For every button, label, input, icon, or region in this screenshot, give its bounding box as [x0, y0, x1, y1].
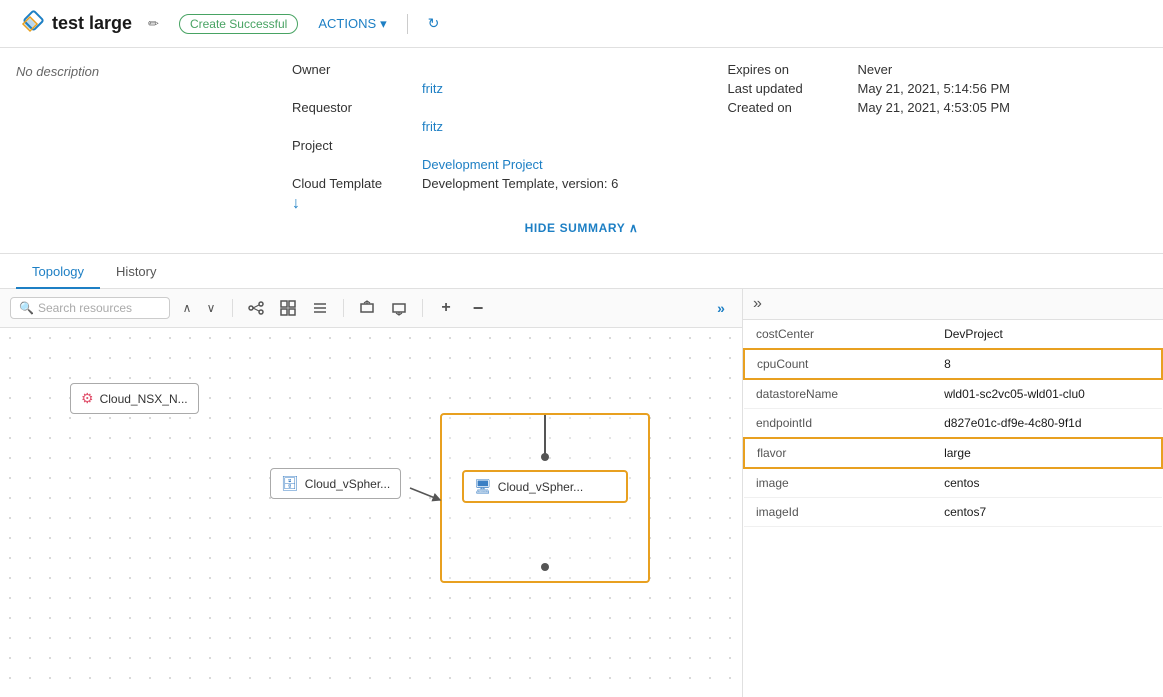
- content-area: 🔍 Search resources ∧ ∨: [0, 289, 1163, 697]
- table-row[interactable]: imageIdcentos7: [744, 498, 1162, 527]
- topology-panel: 🔍 Search resources ∧ ∨: [0, 289, 743, 697]
- edit-icon[interactable]: ✏: [148, 16, 159, 32]
- node-vsphere-2[interactable]: 🖥 Cloud_vSpher...: [462, 470, 628, 503]
- prop-value: centos: [932, 468, 1162, 498]
- cloud-template-label: Cloud Template: [292, 176, 422, 191]
- summary-section: No description Owner fritz Requestor fri…: [0, 48, 1163, 254]
- actions-button[interactable]: ACTIONS ▾: [318, 16, 386, 32]
- prop-key: flavor: [744, 438, 932, 468]
- properties-panel: » costCenterDevProjectcpuCount8datastore…: [743, 289, 1163, 697]
- project-label: Project: [292, 138, 422, 153]
- tab-topology[interactable]: Topology: [16, 254, 100, 289]
- tab-history[interactable]: History: [100, 254, 172, 289]
- summary-right-col: Expires on Never Last updated May 21, 20…: [712, 62, 1148, 213]
- grid-view-button[interactable]: [275, 295, 301, 321]
- app-logo: [16, 10, 44, 38]
- prop-value: wld01-sc2vc05-wld01-clu0: [932, 379, 1162, 409]
- tab-bar: Topology History: [0, 254, 1163, 289]
- summary-left-col: Owner fritz Requestor fritz Project Deve…: [276, 62, 712, 213]
- search-placeholder: Search resources: [38, 301, 132, 315]
- requestor-label: Requestor: [292, 100, 422, 115]
- prop-value: 8: [932, 349, 1162, 379]
- vsphere2-label: Cloud_vSpher...: [498, 480, 583, 494]
- nav-buttons: ∧ ∨: [176, 297, 222, 319]
- expand-all-button[interactable]: [386, 295, 412, 321]
- app-title: test large: [52, 13, 132, 34]
- prop-value: DevProject: [932, 320, 1162, 349]
- project-value[interactable]: Development Project: [422, 157, 696, 172]
- header-divider: [407, 14, 408, 34]
- search-icon: 🔍: [19, 301, 34, 315]
- prop-key: datastoreName: [744, 379, 932, 409]
- list-view-button[interactable]: [307, 295, 333, 321]
- search-box[interactable]: 🔍 Search resources: [10, 297, 170, 319]
- node-group: 🖥 Cloud_vSpher...: [440, 413, 650, 583]
- created-label: Created on: [728, 100, 858, 115]
- vsphere1-label: Cloud_vSpher...: [305, 477, 390, 491]
- vsphere2-icon: 🖥: [474, 478, 492, 495]
- owner-label: Owner: [292, 62, 422, 77]
- table-row[interactable]: costCenterDevProject: [744, 320, 1162, 349]
- nav-up-button[interactable]: ∧: [176, 297, 198, 319]
- collapse-all-button[interactable]: [354, 295, 380, 321]
- connector-dot-top: [541, 453, 549, 461]
- toolbar-separator-3: [422, 299, 423, 317]
- table-row[interactable]: datastoreNamewld01-sc2vc05-wld01-clu0: [744, 379, 1162, 409]
- prop-key: imageId: [744, 498, 932, 527]
- hide-summary-button[interactable]: HIDE SUMMARY ∧: [16, 213, 1147, 239]
- download-icon[interactable]: ↓: [292, 195, 696, 213]
- prop-value: large: [932, 438, 1162, 468]
- topology-canvas[interactable]: ⚙ Cloud_NSX_N... 🗄 Cloud_vSpher... 🖥 Clo…: [0, 328, 742, 697]
- toolbar-separator-2: [343, 299, 344, 317]
- zoom-out-button[interactable]: −: [465, 295, 491, 321]
- node-nsx[interactable]: ⚙ Cloud_NSX_N...: [70, 383, 199, 414]
- prop-key: image: [744, 468, 932, 498]
- owner-value[interactable]: fritz: [422, 81, 696, 96]
- table-row[interactable]: imagecentos: [744, 468, 1162, 498]
- status-badge: Create Successful: [179, 14, 298, 34]
- toolbar-separator: [232, 299, 233, 317]
- connector-vertical: [544, 415, 546, 455]
- properties-table: costCenterDevProjectcpuCount8datastoreNa…: [743, 320, 1163, 527]
- header: test large ✏ Create Successful ACTIONS ▾…: [0, 0, 1163, 48]
- no-description-text: No description: [16, 62, 276, 79]
- nsx-icon: ⚙: [81, 390, 94, 407]
- topology-toolbar: 🔍 Search resources ∧ ∨: [0, 289, 742, 328]
- table-row[interactable]: flavorlarge: [744, 438, 1162, 468]
- prop-value: centos7: [932, 498, 1162, 527]
- last-updated-value: May 21, 2021, 5:14:56 PM: [858, 81, 1132, 96]
- node-vsphere-1[interactable]: 🗄 Cloud_vSpher...: [270, 468, 401, 499]
- table-row[interactable]: endpointIdd827e01c-df9e-4c80-9f1d: [744, 409, 1162, 439]
- prop-value: d827e01c-df9e-4c80-9f1d: [932, 409, 1162, 439]
- last-updated-label: Last updated: [728, 81, 858, 96]
- panel-toggle-button[interactable]: »: [710, 297, 732, 319]
- refresh-icon[interactable]: ↻: [428, 15, 440, 32]
- vsphere1-icon: 🗄: [281, 475, 299, 492]
- zoom-in-button[interactable]: +: [433, 295, 459, 321]
- nav-down-button[interactable]: ∨: [200, 297, 222, 319]
- expires-label: Expires on: [728, 62, 858, 77]
- prop-key: costCenter: [744, 320, 932, 349]
- panel-header: »: [743, 289, 1163, 320]
- cloud-template-value: Development Template, version: 6: [422, 176, 696, 191]
- connector-dot-bottom: [541, 563, 549, 571]
- created-value: May 21, 2021, 4:53:05 PM: [858, 100, 1132, 115]
- table-row[interactable]: cpuCount8: [744, 349, 1162, 379]
- expires-value: Never: [858, 62, 1132, 77]
- prop-key: endpointId: [744, 409, 932, 439]
- nsx-label: Cloud_NSX_N...: [100, 392, 188, 406]
- topology-view-button[interactable]: [243, 295, 269, 321]
- requestor-value[interactable]: fritz: [422, 119, 696, 134]
- logo-area: test large ✏ Create Successful ACTIONS ▾…: [16, 10, 439, 38]
- panel-expand-icon[interactable]: »: [753, 295, 762, 313]
- prop-key: cpuCount: [744, 349, 932, 379]
